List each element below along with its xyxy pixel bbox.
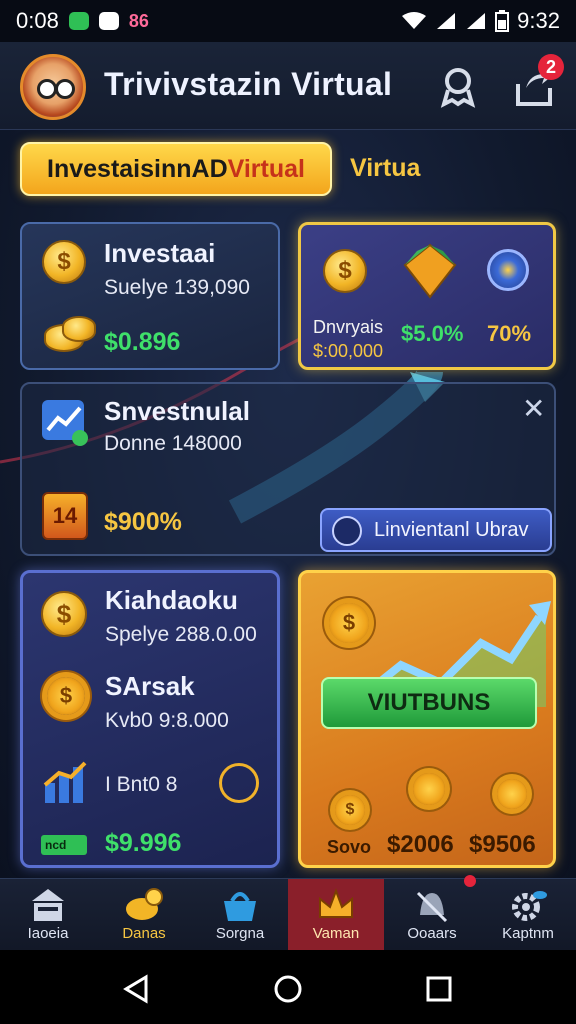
nav-item-sorgna[interactable]: Sorgna	[192, 879, 288, 950]
app-title: Trivivstazin Virtual	[104, 66, 393, 102]
nav-item-kaptnm[interactable]: Kaptnm	[480, 879, 576, 950]
nav-notification-dot	[464, 875, 476, 887]
nav-item-danas[interactable]: Danas	[96, 879, 192, 950]
card-growth[interactable]: $ VIUTBUNS $ Sovo $2006 $9506	[298, 570, 556, 868]
home-icon	[32, 889, 64, 921]
card-stats-percent-gold: 70%	[487, 321, 532, 346]
gear-coin-icon: $	[47, 677, 85, 715]
nav-label-danas: Danas	[122, 925, 166, 942]
card-row-label: I Bnt0 8	[105, 773, 178, 796]
gear-coin-icon-1: $	[335, 795, 365, 825]
card-snvestnulal-subtitle: Donne 148000	[104, 432, 242, 455]
card-stats[interactable]: $ Dnvryais $:00,000 $5.0% 70%	[298, 222, 556, 370]
card-investaai[interactable]: $ Investaai Suelye 139,090 $0.896	[20, 222, 280, 370]
dollar-coin-icon: $	[41, 591, 87, 637]
card-snvestnulal-title: Snvestnulal	[104, 396, 250, 426]
card-investaai-title: Investaai	[104, 238, 216, 268]
status-badge: 86	[128, 10, 149, 31]
camera-notification-icon	[98, 12, 119, 30]
dollar-coin-icon: $	[42, 240, 86, 284]
lightbulb-gear-icon	[413, 773, 445, 805]
status-time-right: 9:32	[517, 8, 560, 33]
upgrade-button[interactable]: Linvientanl Ubrav	[320, 508, 552, 552]
gold-crate-icon: 14	[42, 492, 88, 540]
card-growth-label-1: Sovo	[327, 837, 372, 857]
app-content: Trivivstazin Virtual 2 InvestaisinnAD Vi…	[0, 42, 576, 878]
nav-label-kaptnm: Kaptnm	[502, 925, 554, 942]
card-sarsak-title: SArsak	[105, 671, 195, 701]
bell-icon	[416, 891, 448, 923]
share-icon[interactable]: 2	[512, 54, 564, 108]
crown-icon	[319, 888, 353, 918]
lightbulb-gear-icon-2	[497, 779, 527, 809]
nav-label-vaman: Vaman	[312, 925, 360, 942]
app-header: Trivivstazin Virtual 2	[0, 42, 576, 130]
card-investaai-value: $0.896	[104, 328, 181, 356]
card-stats-percent-green: $5.0%	[401, 321, 464, 346]
upgrade-badge-icon	[487, 249, 529, 291]
tab-virtua[interactable]: Virtua	[350, 154, 420, 183]
card-snvestnulal-value: $900%	[104, 508, 182, 536]
nav-item-ooaars[interactable]: Ooaars	[384, 875, 480, 950]
signal-icon	[437, 13, 456, 29]
home-button-icon[interactable]	[273, 974, 303, 1004]
chat-notification-icon	[68, 12, 89, 30]
card-stats-label: Dnvryais	[313, 317, 384, 337]
close-icon[interactable]: ✕	[522, 392, 545, 425]
no-tools-icon	[219, 763, 259, 803]
signal-icon-2	[467, 13, 486, 29]
system-nav-bar	[0, 950, 576, 1024]
card-growth-label-3: $9506	[469, 831, 536, 858]
card-kiahdaoku[interactable]: $ Kiahdaoku Spelye 288.0.00 $ SArsak Kvb…	[20, 570, 280, 868]
nav-label-home: Iaoeia	[27, 925, 69, 942]
card-kiahdaoku-subtitle: Spelye 288.0.00	[105, 623, 257, 646]
bar-chart-icon	[43, 761, 87, 803]
card-growth-label-2: $2006	[387, 831, 454, 858]
avatar[interactable]	[20, 54, 86, 120]
nav-label-ooaars: Ooaars	[407, 925, 457, 942]
status-time-left: 0:08	[16, 8, 59, 33]
tab-investaisinnad-virtual[interactable]: InvestaisinnAD Virtual	[20, 142, 332, 196]
gear-icon	[512, 891, 547, 921]
upgrade-button-label: Linvientanl Ubrav	[374, 518, 529, 541]
card-stats-amount: $:00,000	[313, 341, 384, 361]
card-kiahdaoku-title: Kiahdaoku	[105, 585, 238, 615]
cash-badge-icon: ncd	[41, 835, 87, 855]
trend-chart-icon	[42, 400, 88, 446]
card-sarsak-subtitle: Kvb0 9:8.000	[105, 709, 229, 732]
card-investaai-subtitle: Suelye 139,090	[104, 276, 250, 299]
gem-icon	[403, 243, 457, 299]
basket-icon	[224, 892, 256, 921]
card-kiahdaoku-value: $9.996	[105, 829, 182, 857]
status-bar: 0:08 86 9:32	[0, 0, 576, 42]
nav-item-home[interactable]: Iaoeia	[0, 879, 96, 950]
coins-icon: $	[323, 249, 367, 293]
wifi-icon	[402, 12, 427, 29]
viutbuns-button[interactable]: VIUTBUNS	[321, 677, 537, 729]
back-icon[interactable]	[122, 974, 152, 1004]
upgrade-icon	[332, 516, 362, 546]
tab-label-main: InvestaisinnAD	[47, 154, 228, 183]
coin-stack-icon-2	[62, 316, 96, 342]
battery-icon	[495, 10, 510, 32]
nav-item-vaman[interactable]: Vaman	[288, 879, 384, 950]
trophy-icon[interactable]	[436, 64, 480, 108]
bottom-nav: Iaoeia Danas Sorgna Vaman Ooaars Kaptnm	[0, 875, 576, 950]
tab-label-accent: Virtual	[227, 154, 305, 183]
notification-badge: 2	[538, 54, 564, 80]
nav-label-sorgna: Sorgna	[215, 925, 265, 942]
coins-icon	[126, 888, 163, 920]
recents-icon[interactable]	[424, 974, 454, 1004]
